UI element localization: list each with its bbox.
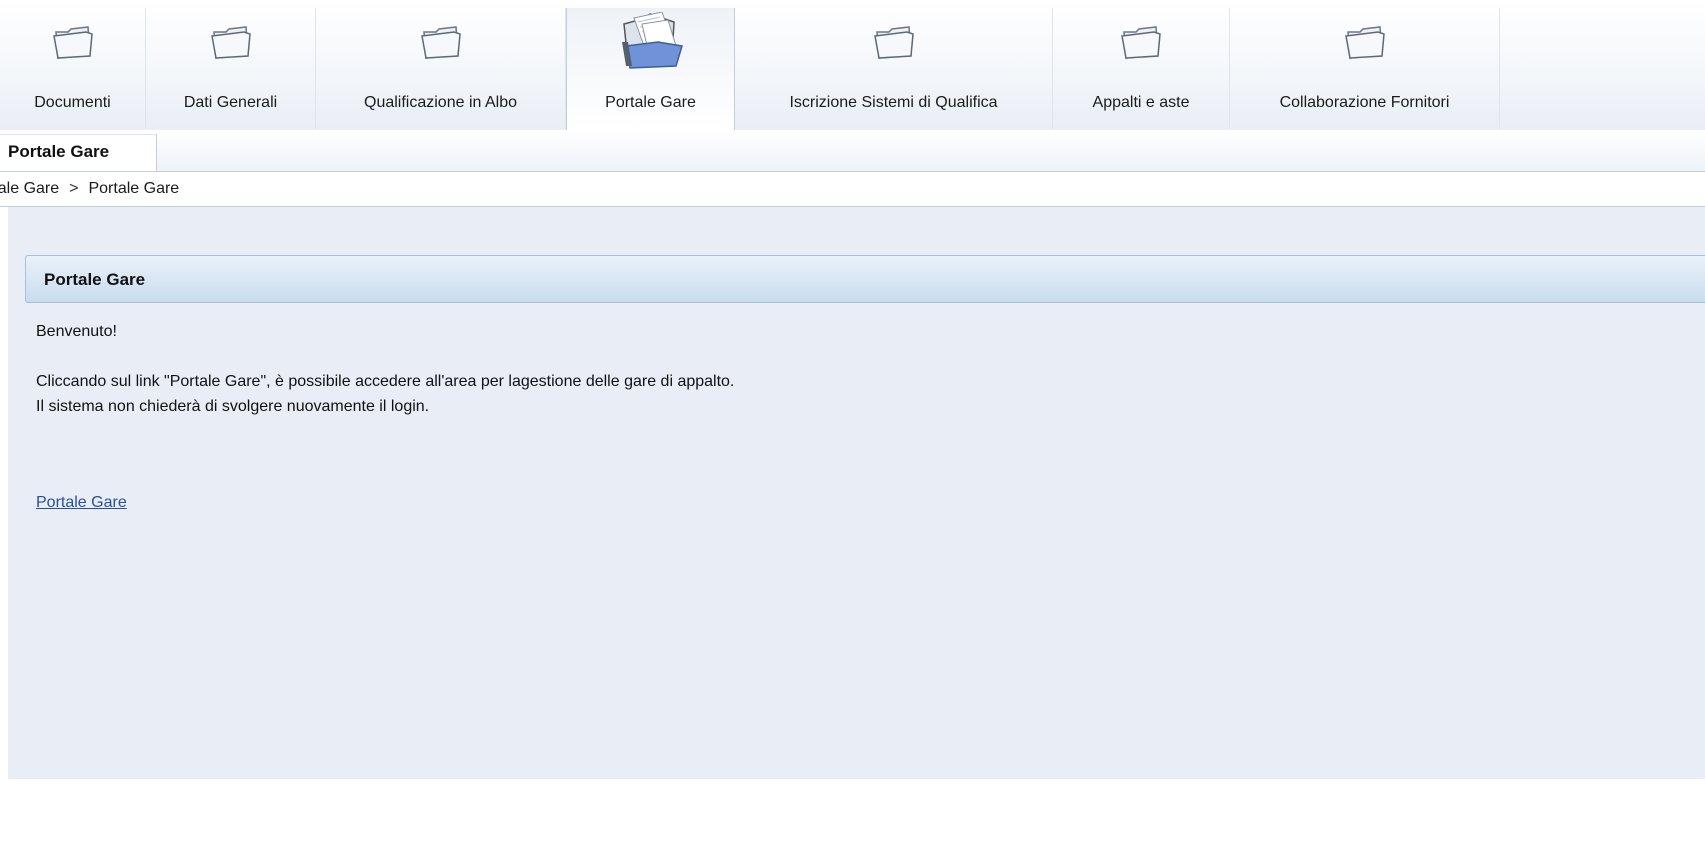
- tab-label: Documenti: [34, 94, 111, 111]
- breadcrumb-trail: rtale Gare > Portale Gare: [0, 180, 179, 198]
- folder-icon: [1121, 26, 1161, 59]
- tab-label: Appalti e aste: [1092, 94, 1190, 111]
- breadcrumb-separator: >: [69, 180, 79, 197]
- tab-documenti[interactable]: Documenti: [0, 8, 146, 129]
- breadcrumb: rtale Gare > Portale Gare: [0, 172, 1705, 207]
- panel-title: Portale Gare: [25, 255, 1705, 303]
- panel-body: Benvenuto! Cliccando sul link "Portale G…: [36, 319, 734, 419]
- tab-label: Portale Gare: [605, 94, 696, 111]
- folder-icon: [873, 26, 914, 59]
- main-content-area: Portale Gare Benvenuto! Cliccando sul li…: [8, 207, 1705, 779]
- welcome-text: Benvenuto!: [36, 323, 117, 340]
- folder-icon: [210, 26, 251, 59]
- sub-navigation-bar: Portale Gare: [0, 130, 1705, 172]
- description-line-2: Il sistema non chiederà di svolgere nuov…: [36, 398, 430, 415]
- main-tab-strip: Documenti Dati Generali Qualificazione i…: [0, 8, 1500, 130]
- tab-collaborazione-fornitori[interactable]: Collaborazione Fornitori: [1230, 8, 1500, 129]
- breadcrumb-parent[interactable]: rtale Gare: [0, 180, 59, 197]
- tab-appalti-e-aste[interactable]: Appalti e aste: [1053, 8, 1230, 129]
- open-folder-documents-icon: [621, 12, 683, 69]
- tab-label: Iscrizione Sistemi di Qualifica: [789, 94, 998, 111]
- folder-icon: [420, 26, 461, 59]
- tab-label: Collaborazione Fornitori: [1279, 94, 1450, 111]
- tab-dati-generali[interactable]: Dati Generali: [146, 8, 316, 129]
- subtab-portale-gare[interactable]: Portale Gare: [0, 134, 157, 171]
- tab-portale-gare[interactable]: Portale Gare: [566, 8, 735, 130]
- folder-icon: [52, 26, 93, 59]
- portale-gare-link[interactable]: Portale Gare: [36, 494, 127, 512]
- folder-icon: [1344, 26, 1385, 59]
- tab-label: Qualificazione in Albo: [364, 94, 517, 111]
- top-navigation-bar: Documenti Dati Generali Qualificazione i…: [0, 0, 1705, 131]
- description-line-1: Cliccando sul link "Portale Gare", è pos…: [36, 373, 735, 390]
- tab-qualificazione-in-albo[interactable]: Qualificazione in Albo: [316, 8, 566, 129]
- tab-label: Dati Generali: [183, 94, 278, 111]
- tab-iscrizione-sistemi-di-qualifica[interactable]: Iscrizione Sistemi di Qualifica: [735, 8, 1053, 129]
- breadcrumb-current: Portale Gare: [88, 180, 180, 197]
